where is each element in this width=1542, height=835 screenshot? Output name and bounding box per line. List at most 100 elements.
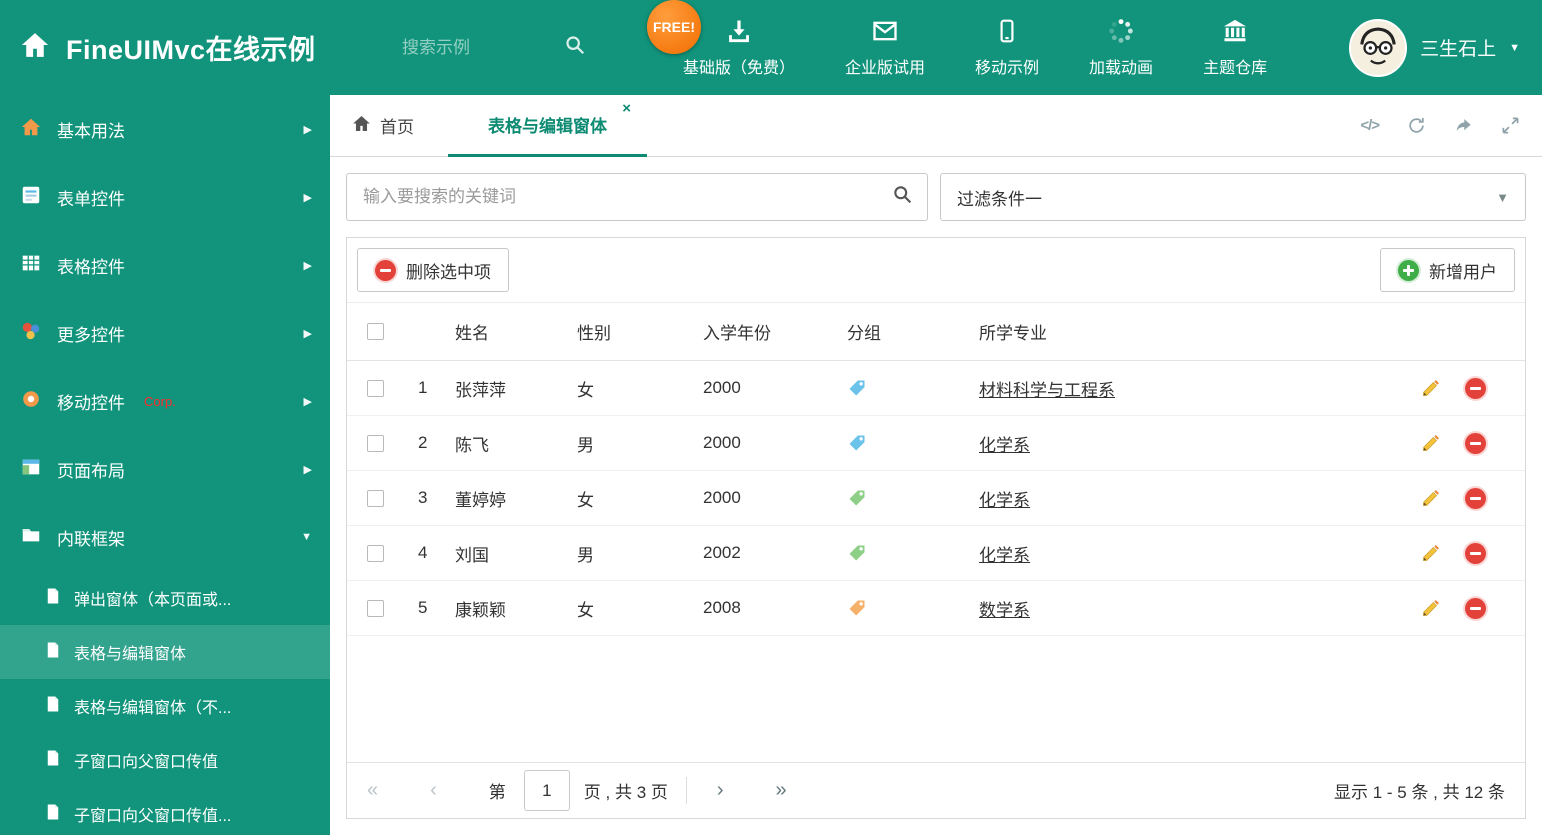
user-menu[interactable]: 三生石上 ▼ — [1349, 18, 1520, 77]
header-gender[interactable]: 性别 — [573, 319, 699, 344]
row-index: 5 — [418, 598, 428, 617]
major-link[interactable]: 化学系 — [979, 491, 1030, 510]
menu-item-basic-edition[interactable]: FREE! 基础版（免费） — [647, 0, 796, 95]
menu-item-enterprise-trial[interactable]: 企业版试用 — [845, 0, 925, 95]
last-page-icon[interactable]: » — [776, 779, 787, 802]
table-row[interactable]: 1 张萍萍 女 2000 材料科学与工程系 — [347, 361, 1525, 416]
prev-page-icon[interactable]: ‹ — [430, 779, 437, 802]
edit-pencil-icon[interactable] — [1421, 598, 1441, 618]
row-checkbox[interactable] — [366, 489, 384, 507]
home-icon — [352, 114, 371, 138]
header-major[interactable]: 所学专业 — [975, 319, 1415, 344]
menu-item-mobile-demo[interactable]: 移动示例 — [975, 0, 1039, 95]
pager-divider — [685, 777, 687, 804]
chevron-right-icon: ▶ — [303, 395, 312, 408]
major-link[interactable]: 化学系 — [979, 436, 1030, 455]
layout-icon — [20, 456, 42, 483]
sidebar-item-page-layout[interactable]: 页面布局 ▶ — [0, 435, 330, 503]
sidebar-subitem-popup-window[interactable]: 弹出窗体（本页面或... — [0, 571, 330, 625]
sidebar-item-mobile-controls[interactable]: 移动控件 Corp. ▶ — [0, 367, 330, 435]
major-link[interactable]: 数学系 — [979, 601, 1030, 620]
cell-year: 2000 — [703, 433, 741, 452]
table-row[interactable]: 4 刘国 男 2002 化学系 — [347, 526, 1525, 581]
refresh-icon[interactable] — [1407, 116, 1426, 135]
cell-name: 康颖颖 — [455, 600, 506, 620]
page-prefix: 第 — [488, 783, 506, 802]
row-checkbox[interactable] — [366, 544, 384, 562]
chevron-right-icon: ▶ — [303, 327, 312, 340]
folder-icon — [20, 524, 42, 551]
page-number-input[interactable] — [523, 770, 570, 811]
header-name[interactable]: 姓名 — [451, 319, 573, 344]
house-icon — [20, 116, 42, 143]
header-search — [400, 34, 615, 61]
chevron-right-icon: ▶ — [303, 259, 312, 272]
filter-dropdown[interactable]: 过滤条件一 ▼ — [940, 173, 1526, 221]
add-user-label: 新增用户 — [1429, 262, 1497, 282]
sidebar-item-inline-frame[interactable]: 内联框架 ▼ — [0, 503, 330, 571]
sidebar-subitem-grid-edit-window[interactable]: 表格与编辑窗体 — [0, 625, 330, 679]
sidebar-subitem-child-to-parent-2[interactable]: 子窗口向父窗口传值... — [0, 787, 330, 835]
delete-row-icon[interactable] — [1465, 542, 1486, 564]
search-icon[interactable] — [564, 34, 586, 61]
brand[interactable]: FineUIMvc在线示例 — [0, 28, 400, 67]
row-checkbox[interactable] — [366, 379, 384, 397]
sidebar-item-form-controls[interactable]: 表单控件 ▶ — [0, 163, 330, 231]
add-user-button[interactable]: 新增用户 — [1380, 248, 1515, 292]
close-icon[interactable]: × — [622, 101, 631, 116]
delete-row-icon[interactable] — [1465, 597, 1486, 619]
first-page-icon[interactable]: « — [367, 779, 378, 802]
edit-pencil-icon[interactable] — [1421, 543, 1441, 563]
tab-toolbar: </> — [1360, 116, 1520, 135]
table-icon — [20, 252, 42, 279]
keyword-search-input[interactable] — [361, 186, 892, 208]
code-icon[interactable]: </> — [1360, 117, 1380, 134]
table-empty-space — [347, 636, 1525, 762]
download-icon — [725, 17, 753, 45]
menu-item-loading-animation[interactable]: 加载动画 — [1089, 0, 1153, 95]
row-checkbox[interactable] — [366, 434, 384, 452]
mobile-icon — [994, 17, 1020, 45]
header-year[interactable]: 入学年份 — [699, 319, 843, 344]
cell-name: 陈飞 — [455, 435, 489, 455]
sidebar-item-more-controls[interactable]: 更多控件 ▶ — [0, 299, 330, 367]
tag-icon — [843, 543, 975, 563]
major-link[interactable]: 化学系 — [979, 546, 1030, 565]
sidebar: 基本用法 ▶ 表单控件 ▶ 表格控件 ▶ 更多控件 ▶ 移动控件 Corp. ▶ … — [0, 95, 330, 835]
tab-grid-edit-window[interactable]: 表格与编辑窗体 × — [448, 95, 647, 157]
table-row[interactable]: 2 陈飞 男 2000 化学系 — [347, 416, 1525, 471]
header-search-input[interactable] — [400, 36, 550, 59]
cell-gender: 男 — [577, 435, 594, 455]
cell-name: 董婷婷 — [455, 490, 506, 510]
header-group[interactable]: 分组 — [843, 319, 975, 344]
table-row[interactable]: 3 董婷婷 女 2000 化学系 — [347, 471, 1525, 526]
edit-pencil-icon[interactable] — [1421, 488, 1441, 508]
sidebar-item-grid-controls[interactable]: 表格控件 ▶ — [0, 231, 330, 299]
search-icon[interactable] — [892, 184, 913, 210]
sidebar-subitem-child-to-parent[interactable]: 子窗口向父窗口传值 — [0, 733, 330, 787]
sidebar-subitem-label: 弹出窗体（本页面或... — [74, 592, 232, 609]
sidebar-subitem-label: 表格与编辑窗体 — [74, 646, 187, 663]
menu-item-theme-repo[interactable]: 主题仓库 — [1203, 0, 1267, 95]
delete-row-icon[interactable] — [1465, 432, 1486, 454]
delete-row-icon[interactable] — [1465, 487, 1486, 509]
minus-circle-icon — [375, 259, 396, 281]
expand-icon[interactable] — [1501, 116, 1520, 135]
edit-pencil-icon[interactable] — [1421, 378, 1441, 398]
table-row[interactable]: 5 康颖颖 女 2008 数学系 — [347, 581, 1525, 636]
edit-pencil-icon[interactable] — [1421, 433, 1441, 453]
tab-home[interactable]: 首页 — [352, 113, 414, 138]
menu-item-label: 基础版（免费） — [683, 60, 796, 77]
delete-row-icon[interactable] — [1465, 377, 1486, 399]
share-icon[interactable] — [1454, 116, 1473, 135]
app-window: FineUIMvc在线示例 FREE! 基础版（免费） 企业版试用 — [0, 0, 1542, 835]
sidebar-item-basic-usage[interactable]: 基本用法 ▶ — [0, 95, 330, 163]
next-page-icon[interactable]: › — [717, 779, 724, 802]
select-all-checkbox[interactable] — [366, 323, 384, 340]
app-title: FineUIMvc在线示例 — [66, 35, 316, 65]
row-checkbox[interactable] — [366, 599, 384, 617]
sidebar-subitem-grid-edit-window-2[interactable]: 表格与编辑窗体（不... — [0, 679, 330, 733]
major-link[interactable]: 材料科学与工程系 — [979, 381, 1115, 400]
pagination-bar: « ‹ 第 页 , 共 3 页 › » 显示 1 - 5 条 , 共 12 条 — [347, 762, 1525, 818]
delete-selected-button[interactable]: 删除选中项 — [357, 248, 509, 292]
